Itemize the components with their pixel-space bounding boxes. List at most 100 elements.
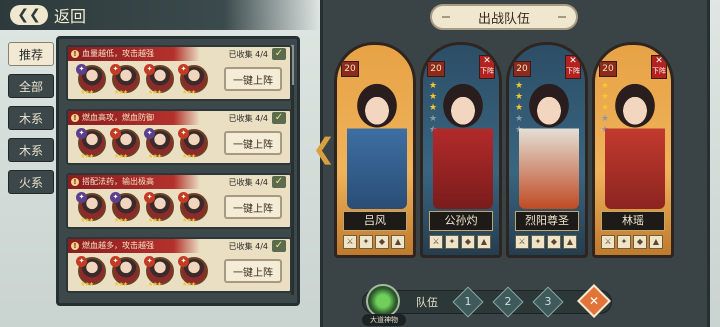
lineup-hero-card[interactable]: 20 ★★★★★ ✕下阵 林瑶 ⚔ ✦ ◆ ▲ — [592, 42, 674, 258]
boots-icon[interactable]: ◆ — [375, 235, 389, 249]
weapon-icon[interactable]: ⚔ — [343, 235, 357, 249]
element-icon: ✦ — [76, 64, 87, 75]
star-icon: ★★★ — [80, 153, 94, 160]
fire-element-icon: ✦ — [178, 192, 189, 203]
tab-recommended[interactable]: 推荐 — [8, 42, 54, 66]
collected-count: 已收集 4/4 — [228, 50, 268, 59]
fire-element-icon: ✦ — [178, 128, 189, 139]
alert-icon: ! — [71, 242, 79, 250]
fire-element-icon: ✦ — [110, 64, 121, 75]
hero-avatar[interactable]: ✦ ★★★ — [110, 192, 140, 224]
deploy-all-button[interactable]: 一键上阵 — [224, 259, 282, 283]
settings-icon: ✕ — [588, 294, 600, 308]
combo-description: ! 血量越低，攻击越强 — [68, 47, 200, 61]
hero-avatar[interactable]: ✦ ★★★ — [76, 192, 106, 224]
hero-avatar[interactable]: ✦ ★★★ — [76, 128, 106, 160]
remove-hero-button[interactable]: ✕ 下阵 — [479, 55, 495, 79]
star-icon: ★★★ — [80, 89, 94, 96]
close-icon: ✕ — [483, 56, 491, 66]
tab-all[interactable]: 全部 — [8, 74, 54, 98]
hero-portrait — [519, 83, 579, 209]
back-button[interactable]: ❮❮ 返回 — [10, 3, 86, 27]
remove-hero-button[interactable]: ✕ 下阵 — [651, 55, 667, 79]
accessory-icon[interactable]: ▲ — [391, 235, 405, 249]
star-icon: ★★★ — [182, 89, 196, 96]
fire-element-icon: ✦ — [144, 192, 155, 203]
sacred-artifact-label: 大道神物 — [362, 314, 406, 326]
hero-avatar[interactable]: ✦ ★★★ — [110, 64, 140, 96]
collected-count: 已收集 4/4 — [228, 242, 268, 251]
hero-avatar[interactable]: ✦ ★★★ — [144, 64, 174, 96]
combo-heroes: ✦ ★★★ ✦ ★★★ ✦ ★★★ ✦ ★★★ — [76, 64, 208, 96]
deploy-all-button[interactable]: 一键上阵 — [224, 67, 282, 91]
hero-avatar[interactable]: ✦ ★★★ — [110, 256, 140, 288]
accessory-icon[interactable]: ▲ — [477, 235, 491, 249]
star-icon: ★★★ — [80, 281, 94, 288]
accessory-icon[interactable]: ▲ — [563, 235, 577, 249]
collected-count: 已收集 4/4 — [228, 178, 268, 187]
close-icon: ✕ — [569, 56, 577, 66]
fire-element-icon: ✦ — [144, 256, 155, 267]
armor-icon[interactable]: ✦ — [531, 235, 545, 249]
weapon-icon[interactable]: ⚔ — [601, 235, 615, 249]
sacred-artifact-button[interactable] — [366, 284, 400, 318]
combo-card: ! 搭配法药，输出极高 已收集 4/4 ✓ ✦ ★★★ ✦ ★★★ ✦ ★★★ ✦ ★★… — [66, 173, 292, 229]
hero-avatar[interactable]: ✦ ★★★ — [144, 128, 174, 160]
lineup-hero-card[interactable]: 20 吕风 ⚔ ✦ ◆ ▲ — [334, 42, 416, 258]
fire-element-icon: ✦ — [110, 256, 121, 267]
hero-avatar[interactable]: ✦ ★★★ — [144, 192, 174, 224]
fire-element-icon: ✦ — [178, 256, 189, 267]
hero-avatar[interactable]: ✦ ★★★ — [178, 64, 208, 96]
star-icon: ★★★ — [148, 217, 162, 224]
star-icon: ★★★ — [182, 281, 196, 288]
armor-icon[interactable]: ✦ — [445, 235, 459, 249]
armor-icon[interactable]: ✦ — [359, 235, 373, 249]
star-icon: ★★★ — [114, 89, 128, 96]
remove-hero-button[interactable]: ✕ 下阵 — [565, 55, 581, 79]
hero-avatar[interactable]: ✦ ★★★ — [144, 256, 174, 288]
deploy-all-button[interactable]: 一键上阵 — [224, 131, 282, 155]
star-icon: ★★★ — [182, 153, 196, 160]
fire-element-icon: ✦ — [144, 64, 155, 75]
deploy-all-button[interactable]: 一键上阵 — [224, 195, 282, 219]
tab-wood-2[interactable]: 木系 — [8, 138, 54, 162]
alert-icon: ! — [71, 114, 79, 122]
hero-avatar[interactable]: ✦ ★★★ — [178, 256, 208, 288]
tab-wood[interactable]: 木系 — [8, 106, 54, 130]
alert-icon: ! — [71, 178, 79, 186]
star-icon: ★ — [515, 81, 524, 91]
check-icon: ✓ — [272, 240, 286, 252]
weapon-icon[interactable]: ⚔ — [429, 235, 443, 249]
check-icon: ✓ — [272, 176, 286, 188]
prev-page-arrow-icon[interactable]: ❮ — [312, 132, 335, 165]
boots-icon[interactable]: ◆ — [547, 235, 561, 249]
star-icon: ★★★ — [148, 153, 162, 160]
check-icon: ✓ — [272, 48, 286, 60]
lineup-hero-card[interactable]: 20 ★★★★★ ✕下阵 公孙灼 ⚔ ✦ ◆ ▲ — [420, 42, 502, 258]
star-icon: ★★★ — [148, 281, 162, 288]
hero-avatar[interactable]: ✦ ★★★ — [76, 256, 106, 288]
boots-icon[interactable]: ◆ — [633, 235, 647, 249]
star-icon: ★★★ — [148, 89, 162, 96]
weapon-icon[interactable]: ⚔ — [515, 235, 529, 249]
back-arrow-icon: ❮❮ — [10, 5, 48, 25]
star-icon: ★★★ — [80, 217, 94, 224]
hero-avatar[interactable]: ✦ ★★★ — [178, 192, 208, 224]
accessory-icon[interactable]: ▲ — [649, 235, 663, 249]
combo-description: ! 燃血越多，攻击越强 — [68, 239, 200, 253]
hero-name: 吕风 — [343, 211, 407, 231]
hero-avatar[interactable]: ✦ ★★★ — [110, 128, 140, 160]
hero-name: 公孙灼 — [429, 211, 493, 231]
hero-avatar[interactable]: ✦ ★★★ — [178, 128, 208, 160]
star-icon: ★ — [429, 81, 438, 91]
top-bar: ❮❮ 返回 — [0, 0, 320, 30]
armor-icon[interactable]: ✦ — [617, 235, 631, 249]
element-icon: ✦ — [144, 128, 155, 139]
hero-avatar[interactable]: ✦ ★★★ — [76, 64, 106, 96]
tab-fire[interactable]: 火系 — [8, 170, 54, 194]
team-label: 队伍 — [416, 296, 438, 309]
combo-card: ! 燃血越多，攻击越强 已收集 4/4 ✓ ✦ ★★★ ✦ ★★★ ✦ ★★★ ✦ ★★… — [66, 237, 292, 293]
star-icon: ★★★ — [114, 153, 128, 160]
boots-icon[interactable]: ◆ — [461, 235, 475, 249]
lineup-hero-card[interactable]: 20 ★★★★★ ✕下阵 烈阳尊圣 ⚔ ✦ ◆ ▲ — [506, 42, 588, 258]
